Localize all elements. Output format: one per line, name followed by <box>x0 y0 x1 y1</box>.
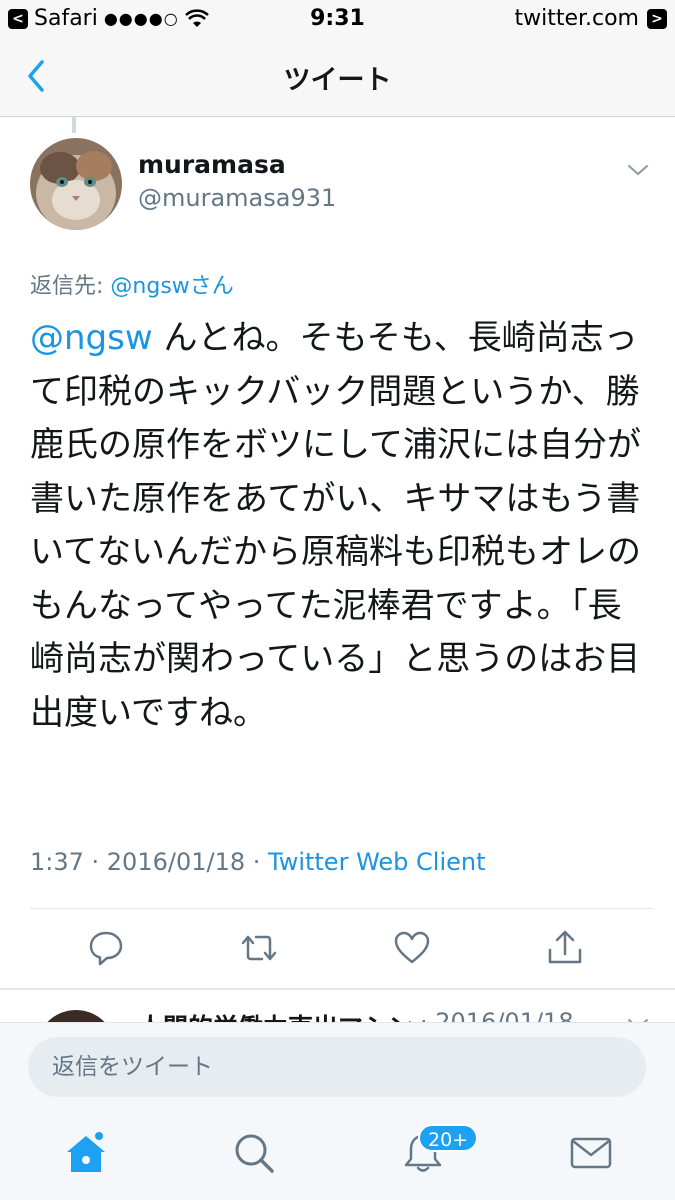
status-bar-right: twitter.com > <box>514 6 667 31</box>
avatar[interactable] <box>30 138 122 230</box>
reply-bar <box>0 1022 675 1113</box>
reply-input[interactable] <box>28 1037 646 1097</box>
next-tweet-preview[interactable]: 人間的労働力売出マシン · 2016/01/18 <box>0 990 675 1022</box>
author-name[interactable]: 人間的労働力売出マシン <box>138 1008 413 1022</box>
author-name[interactable]: muramasa <box>138 150 286 179</box>
mail-icon[interactable] <box>568 1130 614 1176</box>
home-icon[interactable] <box>63 1130 109 1176</box>
cat-avatar-image <box>30 138 122 230</box>
tweet-body: んとね。そもそも、長崎尚志って印税のキックバック問題というか、勝鹿氏の原作をボツ… <box>30 318 641 733</box>
reply-icon[interactable] <box>86 928 126 968</box>
chevron-down-icon[interactable] <box>626 1012 650 1022</box>
mention-link[interactable]: @ngsw <box>30 318 153 358</box>
tweet-metadata: 1:37 · 2016/01/18 · Twitter Web Client <box>30 848 486 876</box>
tweet-date: · 2016/01/18 <box>420 1008 574 1022</box>
divider <box>30 908 653 909</box>
retweet-icon[interactable] <box>239 928 279 968</box>
timestamp: 1:37 · 2016/01/18 · <box>30 848 268 876</box>
share-icon[interactable] <box>545 928 585 968</box>
chevron-down-icon[interactable] <box>626 158 650 182</box>
page-title: ツイート <box>283 65 392 96</box>
notifications-badge: 20+ <box>418 1124 479 1152</box>
tab-bar: 20+ <box>0 1112 675 1200</box>
forward-icon[interactable]: > <box>647 8 667 29</box>
tweet-text: @ngsw んとね。そもそも、長崎尚志って印税のキックバック問題というか、勝鹿氏… <box>30 312 648 740</box>
like-icon[interactable] <box>392 928 432 968</box>
thread-connector <box>72 117 76 133</box>
author-handle[interactable]: @muramasa931 <box>138 184 336 212</box>
client-link[interactable]: Twitter Web Client <box>268 848 486 876</box>
status-bar: < Safari ●●●●○ 9:31 twitter.com > <box>0 0 675 38</box>
reply-target-link[interactable]: @ngswさん <box>110 274 233 299</box>
reply-context: 返信先: @ngswさん <box>30 268 234 300</box>
tweet-actions <box>0 918 675 980</box>
avatar[interactable] <box>36 1010 116 1022</box>
nav-bar: ツイート <box>0 38 675 117</box>
url-label: twitter.com <box>514 6 639 31</box>
reply-prefix: 返信先: <box>30 274 111 299</box>
search-icon[interactable] <box>231 1130 277 1176</box>
